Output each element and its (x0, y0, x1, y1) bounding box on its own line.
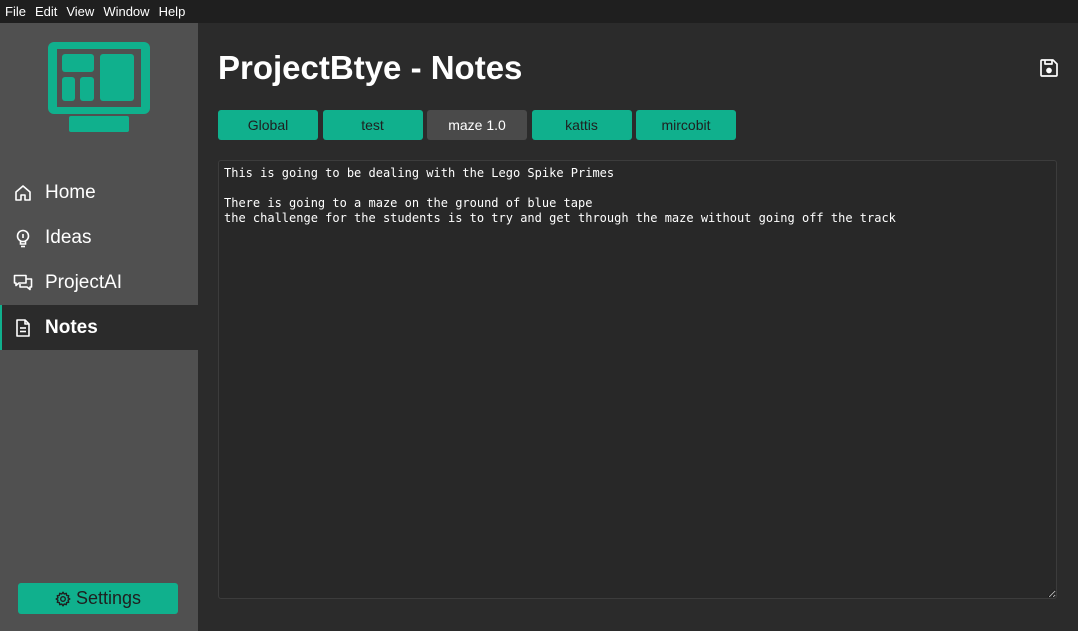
sidebar-item-notes[interactable]: Notes (0, 305, 198, 350)
sidebar: Home Ideas ProjectAI Notes Settings (0, 23, 198, 631)
sidebar-item-projectai[interactable]: ProjectAI (0, 260, 198, 305)
sidebar-nav: Home Ideas ProjectAI Notes (0, 170, 198, 350)
gear-icon (55, 591, 71, 607)
settings-button[interactable]: Settings (18, 583, 178, 614)
lightbulb-icon (12, 227, 34, 249)
chat-icon (12, 272, 34, 294)
sidebar-item-label: Notes (45, 316, 98, 338)
menu-edit[interactable]: Edit (35, 0, 57, 23)
settings-label: Settings (75, 588, 142, 608)
sidebar-item-ideas[interactable]: Ideas (0, 215, 198, 260)
menu-bar: File Edit View Window Help (0, 0, 1078, 23)
page-title: ProjectBtye - Notes (218, 49, 523, 86)
notes-editor[interactable]: This is going to be dealing with the Leg… (218, 160, 1057, 599)
sidebar-item-label: Ideas (45, 226, 92, 248)
sidebar-item-label: ProjectAI (45, 271, 123, 293)
sidebar-item-label: Home (45, 181, 96, 203)
menu-file[interactable]: File (5, 0, 26, 23)
document-icon (12, 317, 34, 339)
main-content: ProjectBtye - Notes Global test maze 1.0… (198, 23, 1078, 631)
tab-mircobit[interactable]: mircobit (636, 110, 736, 140)
tab-test[interactable]: test (322, 110, 423, 140)
menu-view[interactable]: View (66, 0, 94, 23)
menu-window[interactable]: Window (103, 0, 149, 23)
monitor-dashboard-icon (46, 40, 152, 133)
home-icon (12, 182, 34, 204)
tab-kattis[interactable]: kattis (531, 110, 632, 140)
save-icon[interactable] (1039, 58, 1059, 78)
notes-tabs: Global test maze 1.0 kattis mircobit (218, 110, 741, 140)
tab-maze-1-0[interactable]: maze 1.0 (427, 110, 527, 140)
sidebar-item-home[interactable]: Home (0, 170, 198, 215)
tab-global[interactable]: Global (218, 110, 318, 140)
menu-help[interactable]: Help (159, 0, 186, 23)
